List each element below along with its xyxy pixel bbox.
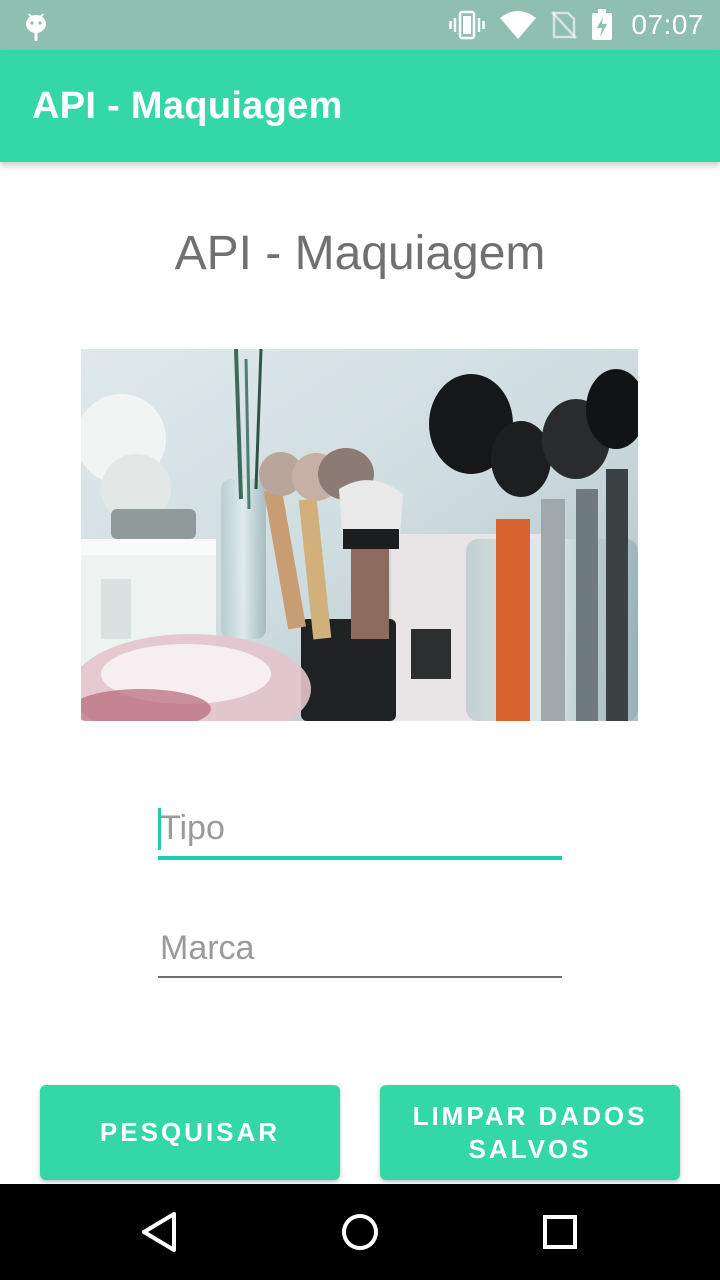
android-icon bbox=[26, 13, 46, 41]
marca-input[interactable] bbox=[158, 920, 562, 976]
status-time: 07:07 bbox=[631, 9, 704, 40]
status-icons: 07:07 bbox=[449, 0, 704, 50]
home-icon[interactable] bbox=[336, 1208, 384, 1256]
limpar-dados-salvos-button[interactable]: LIMPAR DADOS SALVOS bbox=[380, 1085, 680, 1180]
tipo-field[interactable] bbox=[158, 800, 562, 860]
page-heading: API - Maquiagem bbox=[174, 227, 546, 280]
tipo-underline bbox=[158, 856, 562, 860]
no-sim-icon bbox=[551, 11, 578, 39]
text-cursor bbox=[158, 808, 161, 850]
status-bar: 07:07 bbox=[0, 0, 720, 50]
screen: 07:07 API - Maquiagem API - Maquiagem Ti… bbox=[0, 0, 720, 1280]
recents-icon[interactable] bbox=[536, 1208, 584, 1256]
tipo-input[interactable] bbox=[158, 800, 562, 856]
app-title: API - Maquiagem bbox=[32, 85, 343, 127]
pesquisar-button[interactable]: PESQUISAR bbox=[40, 1085, 340, 1180]
app-bar: API - Maquiagem bbox=[0, 50, 720, 162]
vibrate-icon bbox=[449, 10, 486, 40]
navigation-bar bbox=[0, 1184, 720, 1280]
marca-field[interactable] bbox=[158, 920, 562, 978]
marca-underline bbox=[158, 976, 562, 978]
makeup-brushes-photo bbox=[81, 349, 638, 721]
back-icon[interactable] bbox=[136, 1208, 184, 1256]
battery-charging-icon bbox=[592, 9, 613, 40]
wifi-icon bbox=[500, 11, 537, 39]
